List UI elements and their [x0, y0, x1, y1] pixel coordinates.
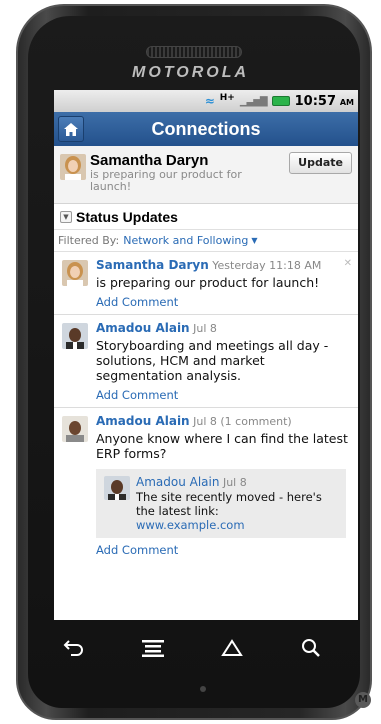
- house-icon: [220, 639, 243, 656]
- list-item: Samantha Daryn Yesterday 11:18 AM is pre…: [54, 252, 358, 315]
- feed-meta: Yesterday 11:18 AM: [212, 259, 322, 272]
- list-item: Amadou Alain Jul 8 (1 comment) Anyone kn…: [54, 408, 358, 562]
- avatar: [62, 416, 88, 442]
- add-comment-link[interactable]: Add Comment: [96, 295, 178, 309]
- feed-text: Anyone know where I can find the latest …: [96, 431, 348, 461]
- avatar: [62, 323, 88, 349]
- network-type: H+: [219, 93, 235, 103]
- feed-text: is preparing our product for launch!: [96, 275, 320, 290]
- home-nav-button[interactable]: [212, 632, 252, 664]
- back-button[interactable]: [54, 632, 94, 664]
- profile-header: Samantha Daryn is preparing our product …: [54, 146, 358, 204]
- wifi-icon: ≈: [204, 94, 215, 108]
- close-icon[interactable]: ✕: [344, 258, 352, 269]
- avatar: [60, 154, 86, 180]
- chevron-down-icon[interactable]: ▼: [251, 236, 257, 245]
- section-title: Status Updates: [76, 208, 178, 225]
- page-title: Connections: [151, 118, 261, 139]
- comment-link[interactable]: www.example.com: [136, 518, 338, 532]
- add-comment-link[interactable]: Add Comment: [96, 543, 178, 557]
- update-button[interactable]: Update: [289, 152, 352, 174]
- comment-box: Amadou Alain Jul 8 The site recently mov…: [96, 469, 346, 538]
- comment-author[interactable]: Amadou Alain: [136, 475, 219, 489]
- screen: ≈ H+ ▁▃▅▇ 10:57 AM Connections Samantha …: [54, 90, 358, 620]
- add-comment-link[interactable]: Add Comment: [96, 388, 178, 402]
- avatar: [62, 260, 88, 286]
- back-icon: [63, 640, 83, 656]
- feed-author[interactable]: Amadou Alain: [96, 414, 190, 428]
- earpiece-speaker: [146, 46, 242, 58]
- list-item: Amadou Alain Jul 8 Storyboarding and mee…: [54, 315, 358, 408]
- filter-row: Filtered By: Network and Following ▼: [54, 230, 358, 252]
- home-icon: [64, 122, 78, 136]
- clock-time: 10:57: [294, 93, 336, 109]
- feed-meta: Jul 8 (1 comment): [193, 415, 292, 428]
- filter-dropdown[interactable]: Network and Following: [123, 234, 248, 247]
- status-updates-header[interactable]: ▼ Status Updates: [54, 204, 358, 230]
- feed-author[interactable]: Samantha Daryn: [96, 258, 209, 272]
- app-bar: Connections: [54, 112, 358, 146]
- feed-meta: Jul 8: [193, 322, 217, 335]
- feed-author[interactable]: Amadou Alain: [96, 321, 190, 335]
- profile-status: is preparing our product for launch!: [90, 168, 242, 193]
- feed-text: Storyboarding and meetings all day - sol…: [96, 338, 329, 383]
- battery-icon: [271, 96, 290, 106]
- home-button[interactable]: [58, 116, 84, 142]
- signal-icon: ▁▃▅▇: [239, 95, 268, 107]
- comment-meta: Jul 8: [222, 476, 247, 489]
- filter-label: Filtered By:: [58, 234, 120, 247]
- avatar: [104, 476, 130, 500]
- motorola-logo-icon: M: [355, 692, 371, 708]
- brand-logo: MOTOROLA: [131, 64, 250, 81]
- search-button[interactable]: [291, 632, 331, 664]
- menu-button[interactable]: [133, 632, 173, 664]
- status-bar: ≈ H+ ▁▃▅▇ 10:57 AM: [54, 90, 358, 112]
- phone-dot: [200, 686, 206, 692]
- menu-icon: [141, 640, 164, 657]
- android-nav-bar: [34, 626, 350, 670]
- search-icon: [301, 639, 320, 657]
- clock-ampm: AM: [339, 97, 354, 107]
- comment-text: The site recently moved - here's the lat…: [136, 490, 322, 518]
- collapse-icon[interactable]: ▼: [60, 210, 72, 223]
